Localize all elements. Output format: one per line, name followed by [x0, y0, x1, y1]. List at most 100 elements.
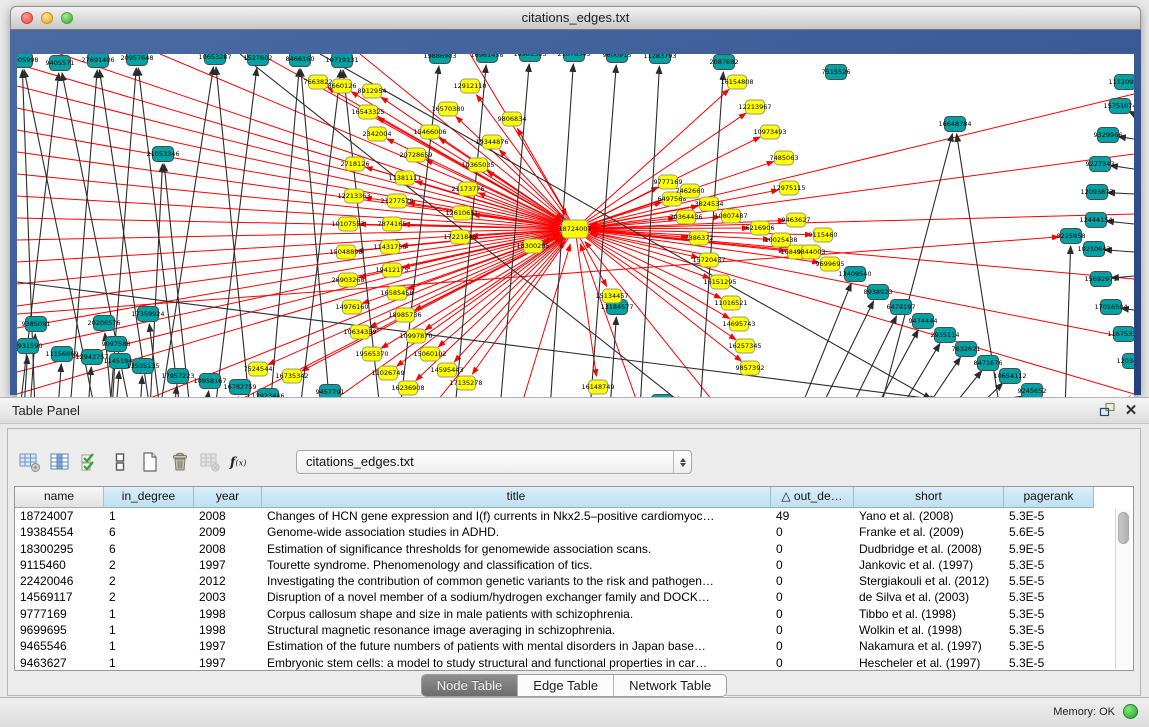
- graph-node[interactable]: 10210643: [1077, 242, 1110, 257]
- graph-node[interactable]: 21053346: [146, 147, 179, 162]
- row-height-button[interactable]: [108, 450, 132, 474]
- graph-node[interactable]: 14976160: [335, 300, 368, 314]
- graph-node[interactable]: 11120997: [1108, 75, 1134, 90]
- graph-node[interactable]: 20957648: [120, 54, 153, 66]
- table-row[interactable]: 911546021997Tourette syndrome. Phenomeno…: [15, 557, 1133, 573]
- scrollbar-thumb[interactable]: [1118, 512, 1129, 544]
- graph-node[interactable]: 8938923: [864, 285, 893, 300]
- column-header-title[interactable]: title: [262, 487, 771, 508]
- columns-button[interactable]: [48, 450, 72, 474]
- graph-node[interactable]: 18981385: [513, 54, 546, 62]
- column-header-out_de[interactable]: △ out_de…: [771, 487, 854, 508]
- graph-node[interactable]: 3824534: [695, 197, 724, 211]
- citation-network-graph[interactable]: 1650599894055712769140620957648106532871…: [17, 54, 1134, 410]
- graph-node[interactable]: 7485063: [770, 151, 799, 165]
- graph-node[interactable]: 11283793: [643, 54, 676, 64]
- graph-node[interactable]: 10997870: [399, 329, 432, 343]
- graph-node[interactable]: 16961458: [470, 54, 503, 63]
- graph-node[interactable]: 20364436: [669, 210, 702, 224]
- graph-node[interactable]: 9474444: [909, 314, 938, 329]
- table-row[interactable]: 1872400712008Changes of HCN gene express…: [15, 508, 1133, 524]
- table-settings-button[interactable]: [18, 450, 42, 474]
- graph-node[interactable]: 16585458: [380, 286, 413, 300]
- graph-node[interactable]: 2718126: [341, 157, 370, 171]
- graph-node[interactable]: 3931590: [17, 339, 42, 354]
- graph-node[interactable]: 2935114: [931, 328, 960, 343]
- window-titlebar[interactable]: citations_edges.txt: [10, 6, 1141, 30]
- graph-node[interactable]: 16154808: [720, 75, 753, 89]
- delete-button[interactable]: [168, 450, 192, 474]
- table-row[interactable]: 969969511998Structural magnetic resonanc…: [15, 622, 1133, 638]
- close-window-button[interactable]: [21, 12, 33, 24]
- graph-node[interactable]: 17135278: [449, 376, 482, 390]
- zoom-window-button[interactable]: [61, 12, 73, 24]
- tab-node-table[interactable]: Node Table: [422, 675, 519, 696]
- function-builder-button[interactable]: f (x): [228, 450, 252, 474]
- graph-node[interactable]: 19344876: [475, 135, 508, 149]
- graph-node[interactable]: 15060102: [413, 347, 446, 361]
- graph-node[interactable]: 10653287: [198, 54, 231, 65]
- graph-node[interactable]: 11431756: [373, 240, 406, 254]
- graph-node[interactable]: 12034563: [1116, 354, 1134, 369]
- graph-node[interactable]: 11675330: [1107, 327, 1134, 342]
- table-row[interactable]: 2242004622012Investigating the contribut…: [15, 573, 1133, 589]
- graph-node[interactable]: 12975115: [772, 181, 805, 195]
- memory-status-indicator[interactable]: [1123, 704, 1138, 719]
- table-row[interactable]: 946362711997Embryonic stem cells: a mode…: [15, 655, 1133, 671]
- graph-node[interactable]: 10958167: [193, 374, 226, 389]
- graph-node[interactable]: 10973493: [753, 125, 786, 139]
- minimize-window-button[interactable]: [41, 12, 53, 24]
- graph-node[interactable]: 19412175: [375, 263, 408, 277]
- graph-node[interactable]: 16648784: [938, 117, 971, 132]
- graph-node[interactable]: 1527602: [244, 54, 273, 66]
- column-header-pagerank[interactable]: pagerank: [1004, 487, 1094, 508]
- table-row[interactable]: 1456911722003Disruption of a novel membe…: [15, 589, 1133, 605]
- column-header-in_degree[interactable]: in_degree: [104, 487, 194, 508]
- graph-node[interactable]: 18724007: [558, 220, 591, 238]
- graph-node[interactable]: 8466160: [286, 54, 315, 67]
- graph-node[interactable]: 9699695: [816, 257, 845, 271]
- tab-edge-table[interactable]: Edge Table: [518, 675, 614, 696]
- table-row[interactable]: 1938455462009Genome-wide association stu…: [15, 524, 1133, 540]
- graph-node[interactable]: 16236908: [391, 381, 424, 395]
- network-canvas[interactable]: 1650599894055712769140620957648106532871…: [17, 54, 1134, 410]
- graph-node[interactable]: 7524544: [244, 362, 273, 376]
- graph-node[interactable]: 16148749: [581, 380, 614, 394]
- graph-node[interactable]: 10654112: [993, 369, 1026, 384]
- graph-node[interactable]: 7874165: [378, 217, 407, 231]
- graph-node[interactable]: 9115460: [809, 228, 838, 242]
- graph-node[interactable]: 2087682: [710, 55, 739, 70]
- new-column-button[interactable]: [138, 450, 162, 474]
- graph-node[interactable]: 15692971: [1084, 272, 1117, 287]
- table-selector-dropdown[interactable]: citations_edges.txt: [296, 450, 692, 474]
- graph-node[interactable]: 10719131: [325, 54, 358, 68]
- column-header-year[interactable]: year: [194, 487, 262, 508]
- graph-node[interactable]: 16570380: [431, 102, 464, 116]
- graph-node[interactable]: 7632621: [952, 342, 981, 357]
- graph-node[interactable]: 6479197: [887, 300, 916, 315]
- graph-node[interactable]: 26903268: [331, 273, 364, 287]
- graph-node[interactable]: 9227343: [1086, 157, 1115, 172]
- graph-node[interactable]: 9097588: [102, 337, 131, 352]
- graph-node[interactable]: 9405571: [46, 56, 75, 71]
- graph-node[interactable]: 13409540: [838, 267, 871, 282]
- column-header-short[interactable]: short: [854, 487, 1004, 508]
- graph-node[interactable]: 19886903: [423, 54, 456, 64]
- graph-node[interactable]: 9385081: [22, 317, 51, 332]
- graph-node[interactable]: 16257345: [728, 339, 761, 353]
- tab-network-table[interactable]: Network Table: [614, 675, 726, 696]
- graph-node[interactable]: 14695743: [722, 317, 755, 331]
- graph-node[interactable]: 12912110: [453, 79, 486, 93]
- close-panel-icon[interactable]: ✕: [1121, 402, 1141, 420]
- graph-node[interactable]: 27691406: [81, 54, 114, 68]
- graph-node[interactable]: 8660126: [328, 79, 357, 93]
- graph-node[interactable]: 8471676: [974, 356, 1003, 371]
- vertical-scrollbar[interactable]: [1115, 509, 1132, 669]
- delete-table-button[interactable]: [198, 450, 222, 474]
- graph-node[interactable]: 7515526: [822, 65, 851, 80]
- graph-node[interactable]: 10807487: [714, 209, 747, 223]
- graph-node[interactable]: 15048898: [329, 245, 362, 259]
- graph-node[interactable]: 8912954: [358, 84, 387, 98]
- graph-node[interactable]: 12093877: [1080, 185, 1113, 200]
- graph-node[interactable]: 9806834: [498, 112, 527, 126]
